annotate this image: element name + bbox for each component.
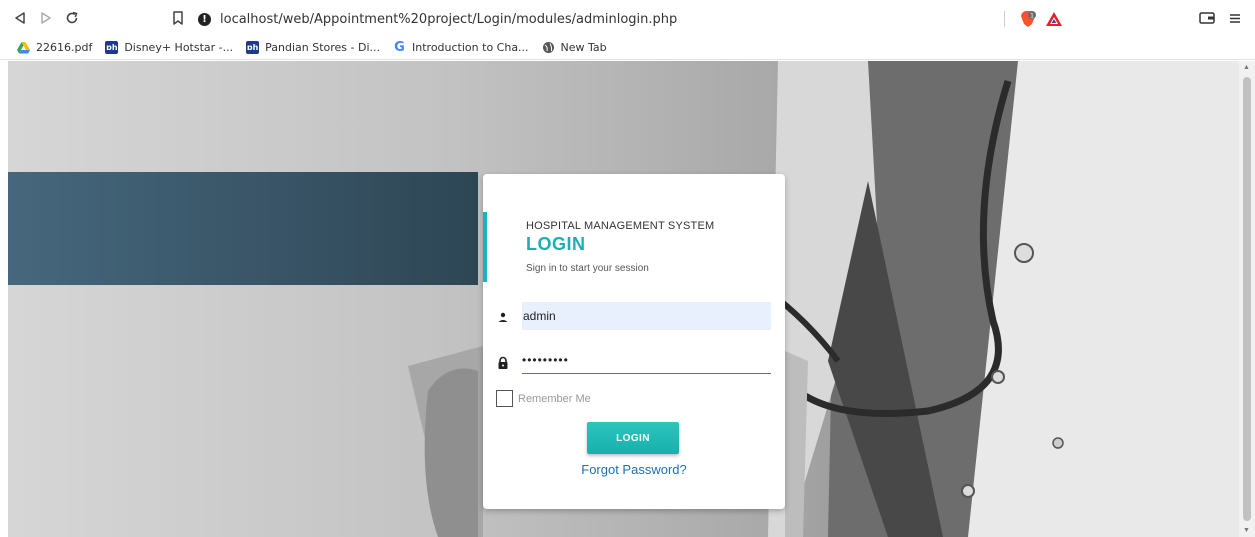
google-icon: G: [394, 40, 405, 55]
forward-icon[interactable]: [36, 8, 56, 28]
back-icon[interactable]: [10, 8, 30, 28]
wallet-icon[interactable]: [1198, 9, 1218, 29]
bookmark-disney-hotstar[interactable]: ɒh Disney+ Hotstar -...: [105, 41, 233, 54]
checkbox-box[interactable]: [496, 390, 513, 407]
remember-me-checkbox[interactable]: Remember Me: [496, 390, 591, 407]
bookmark-icon[interactable]: [168, 8, 188, 28]
page-viewport: HOSPITAL MANAGEMENT SYSTEM LOGIN Sign in…: [8, 61, 1239, 537]
menu-icon[interactable]: [1228, 9, 1248, 29]
google-drive-icon: [17, 41, 30, 54]
url-text[interactable]: localhost/web/Appointment%20project/Logi…: [220, 12, 677, 27]
system-name: HOSPITAL MANAGEMENT SYSTEM: [526, 220, 715, 232]
address-divider: [1004, 11, 1005, 27]
user-icon: [496, 310, 510, 324]
bookmark-pandian-stores[interactable]: ɒh Pandian Stores - Di...: [246, 41, 380, 54]
bookmarks-bar: 22616.pdf ɒh Disney+ Hotstar -... ɒh Pan…: [0, 36, 1255, 60]
password-input[interactable]: [522, 346, 771, 374]
remember-me-label: Remember Me: [518, 392, 591, 405]
svg-text:1: 1: [1030, 13, 1034, 20]
brave-rewards-icon[interactable]: [1044, 9, 1064, 29]
login-subtitle: Sign in to start your session: [526, 263, 649, 274]
hotstar-icon: ɒh: [246, 41, 260, 54]
lock-icon: [496, 356, 510, 370]
scrollbar[interactable]: ▲ ▼: [1239, 61, 1255, 537]
scroll-up-icon[interactable]: ▲: [1243, 64, 1250, 71]
bookmark-22616-pdf[interactable]: 22616.pdf: [17, 41, 92, 54]
hotstar-icon: ɒh: [105, 41, 119, 54]
scroll-down-icon[interactable]: ▼: [1243, 527, 1250, 534]
brave-shields-icon[interactable]: 1: [1018, 9, 1038, 29]
login-button[interactable]: LOGIN: [587, 422, 679, 454]
bookmark-introduction[interactable]: G Introduction to Cha...: [393, 40, 528, 55]
address-bar[interactable]: ! localhost/web/Appointment%20project/Lo…: [198, 10, 677, 28]
login-card: HOSPITAL MANAGEMENT SYSTEM LOGIN Sign in…: [483, 174, 785, 509]
bookmark-new-tab[interactable]: New Tab: [542, 41, 607, 54]
scrollbar-thumb[interactable]: [1243, 77, 1251, 521]
login-title: LOGIN: [526, 234, 586, 254]
browser-toolbar: ! localhost/web/Appointment%20project/Lo…: [0, 0, 1255, 36]
globe-icon: [542, 41, 555, 54]
site-info-icon[interactable]: !: [198, 12, 211, 26]
card-accent-bar: [483, 212, 487, 282]
forgot-password-link[interactable]: Forgot Password?: [483, 462, 785, 477]
username-input[interactable]: [522, 302, 771, 330]
reload-icon[interactable]: [62, 8, 82, 28]
